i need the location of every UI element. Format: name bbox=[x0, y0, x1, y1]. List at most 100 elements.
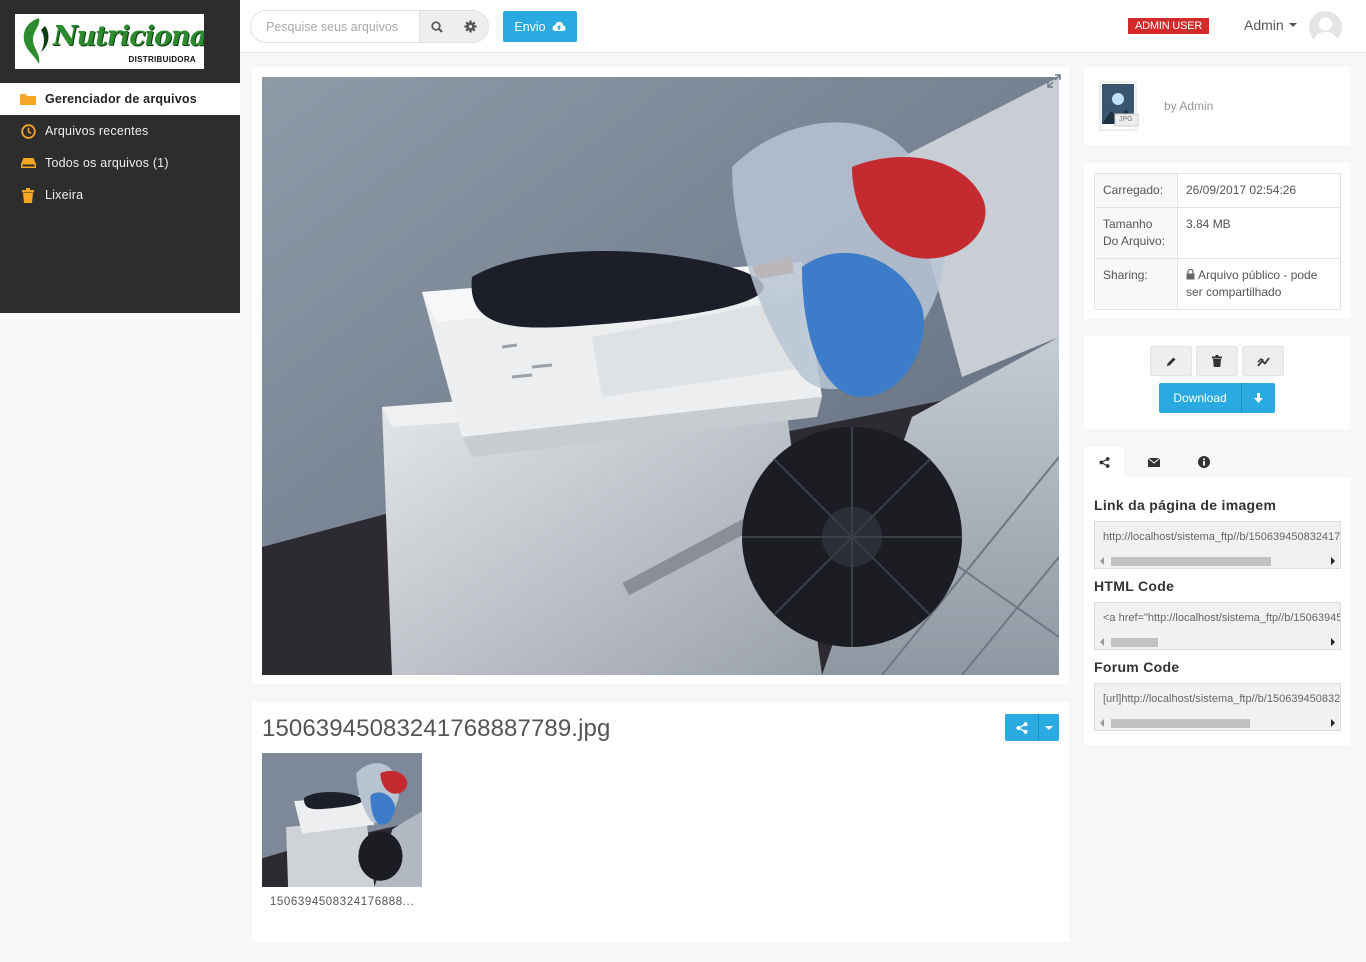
sidebar-item-label: Gerenciador de arquivos bbox=[45, 92, 197, 106]
horizontal-scrollbar[interactable] bbox=[1095, 554, 1340, 568]
tab-share-links[interactable] bbox=[1084, 447, 1124, 477]
detail-value: 26/09/2017 02:54:26 bbox=[1177, 173, 1341, 208]
sidebar-item-recent-files[interactable]: Arquivos recentes bbox=[0, 115, 240, 147]
detail-key: Tamanho Do Arquivo: bbox=[1094, 207, 1178, 259]
scroll-left-icon[interactable] bbox=[1100, 719, 1104, 727]
share-tab-content: Link da página de imagem http://localhos… bbox=[1084, 477, 1351, 745]
file-actions-card: Download bbox=[1084, 336, 1351, 429]
caret-down-icon bbox=[1288, 23, 1297, 27]
sidebar-item-label: Todos os arquivos (1) bbox=[45, 156, 169, 170]
download-button[interactable]: Download bbox=[1159, 383, 1241, 413]
image-preview[interactable] bbox=[262, 77, 1059, 675]
search-settings-button[interactable] bbox=[453, 11, 488, 42]
forum-code-field[interactable]: [url]http://localhost/sistema_ftp//b/150… bbox=[1094, 683, 1341, 731]
search-icon bbox=[430, 20, 443, 33]
stats-icon bbox=[1256, 356, 1270, 367]
drive-icon bbox=[20, 155, 36, 171]
file-owner: by Admin bbox=[1164, 99, 1214, 113]
html-code-label: HTML Code bbox=[1094, 578, 1175, 594]
arrow-down-icon bbox=[1254, 393, 1263, 403]
stats-button[interactable] bbox=[1242, 346, 1284, 376]
tab-info[interactable] bbox=[1184, 447, 1224, 477]
folder-icon bbox=[20, 91, 36, 107]
gear-icon bbox=[464, 20, 477, 33]
search-bar bbox=[250, 10, 489, 43]
table-row: Carregado: 26/09/2017 02:54:26 bbox=[1094, 173, 1341, 208]
scrollbar-thumb[interactable] bbox=[1111, 719, 1250, 728]
user-menu[interactable]: Admin bbox=[1244, 17, 1297, 33]
lock-icon bbox=[1186, 268, 1195, 280]
upload-label: Envio bbox=[514, 19, 546, 34]
printer-photo bbox=[262, 77, 1059, 675]
trash-icon bbox=[20, 187, 36, 203]
search-input[interactable] bbox=[251, 19, 419, 34]
logo-area: Nutricional DISTRIBUIDORA bbox=[0, 0, 240, 83]
detail-value-sharing: Arquivo público - pode ser compartilhado bbox=[1177, 258, 1341, 310]
sidebar-item-file-manager[interactable]: Gerenciador de arquivos bbox=[0, 83, 240, 115]
detail-key: Sharing: bbox=[1094, 258, 1178, 310]
image-link-field[interactable]: http://localhost/sistema_ftp//b/15063945… bbox=[1094, 521, 1341, 569]
horizontal-scrollbar[interactable] bbox=[1095, 635, 1340, 649]
avatar[interactable] bbox=[1309, 11, 1342, 44]
file-owner-card: JPG by Admin bbox=[1084, 67, 1351, 145]
file-title: 15063945083241768887789.jpg bbox=[262, 715, 611, 742]
scroll-left-icon[interactable] bbox=[1100, 557, 1104, 565]
tab-email[interactable] bbox=[1134, 447, 1174, 477]
sidebar-item-all-files[interactable]: Todos os arquivos (1) bbox=[0, 147, 240, 179]
detail-value: 3.84 MB bbox=[1177, 207, 1341, 259]
sidebar-item-trash[interactable]: Lixeira bbox=[0, 179, 240, 211]
download-dropdown-button[interactable] bbox=[1241, 383, 1275, 413]
image-link-value: http://localhost/sistema_ftp//b/15063945… bbox=[1103, 531, 1341, 543]
expand-icon[interactable] bbox=[1046, 73, 1062, 89]
search-button[interactable] bbox=[419, 11, 454, 42]
sidebar-item-label: Lixeira bbox=[45, 188, 84, 202]
share-dropdown-button[interactable] bbox=[1038, 714, 1059, 741]
scroll-right-icon[interactable] bbox=[1331, 719, 1335, 727]
file-thumbnail[interactable] bbox=[262, 753, 422, 887]
image-preview-panel bbox=[252, 67, 1069, 684]
share-button[interactable] bbox=[1005, 714, 1038, 741]
user-name: Admin bbox=[1244, 17, 1284, 33]
leaf-logo-icon bbox=[23, 18, 49, 64]
file-details-card: Carregado: 26/09/2017 02:54:26 Tamanho D… bbox=[1084, 163, 1351, 319]
horizontal-scrollbar[interactable] bbox=[1095, 716, 1340, 730]
file-panel: 15063945083241768887789.jpg 150639450832… bbox=[252, 702, 1069, 942]
jpg-file-icon: JPG bbox=[1099, 81, 1139, 133]
caret-down-icon bbox=[1045, 725, 1053, 730]
file-details-table: Carregado: 26/09/2017 02:54:26 Tamanho D… bbox=[1094, 173, 1341, 310]
user-silhouette-icon bbox=[1313, 17, 1338, 44]
brand-subtitle: DISTRIBUIDORA bbox=[128, 55, 196, 64]
html-code-value: <a href="http://localhost/sistema_ftp//b… bbox=[1103, 612, 1341, 624]
forum-code-value: [url]http://localhost/sistema_ftp//b/150… bbox=[1103, 693, 1341, 705]
cloud-upload-icon bbox=[552, 21, 566, 31]
info-icon bbox=[1198, 456, 1210, 468]
pencil-icon bbox=[1166, 357, 1175, 366]
scrollbar-thumb[interactable] bbox=[1111, 557, 1271, 566]
image-link-label: Link da página de imagem bbox=[1094, 497, 1277, 513]
edit-button[interactable] bbox=[1150, 346, 1192, 376]
delete-button[interactable] bbox=[1196, 346, 1238, 376]
scroll-right-icon[interactable] bbox=[1331, 638, 1335, 646]
html-code-field[interactable]: <a href="http://localhost/sistema_ftp//b… bbox=[1094, 602, 1341, 650]
clock-icon bbox=[20, 123, 36, 139]
sidebar: Nutricional DISTRIBUIDORA Gerenciador de… bbox=[0, 0, 240, 313]
sidebar-item-label: Arquivos recentes bbox=[45, 124, 149, 138]
table-row: Tamanho Do Arquivo: 3.84 MB bbox=[1094, 207, 1341, 259]
envelope-icon bbox=[1148, 457, 1160, 467]
upload-button[interactable]: Envio bbox=[503, 11, 577, 42]
thumbnail-label: 1506394508324176888... bbox=[269, 896, 415, 908]
trash-icon bbox=[1212, 355, 1222, 367]
scrollbar-thumb[interactable] bbox=[1111, 638, 1158, 647]
brand-logo[interactable]: Nutricional DISTRIBUIDORA bbox=[15, 14, 204, 69]
thumbnail-photo bbox=[262, 753, 422, 887]
detail-key: Carregado: bbox=[1094, 173, 1178, 208]
table-row: Sharing: Arquivo público - pode ser comp… bbox=[1094, 258, 1341, 310]
share-tabs bbox=[1084, 447, 1351, 477]
top-bar: Envio ADMIN USER Admin bbox=[240, 0, 1366, 53]
share-icon bbox=[1098, 456, 1110, 468]
share-icon bbox=[1016, 721, 1027, 734]
share-button-group bbox=[1005, 714, 1059, 741]
scroll-left-icon[interactable] bbox=[1100, 638, 1104, 646]
brand-name: Nutricional bbox=[53, 21, 204, 52]
scroll-right-icon[interactable] bbox=[1331, 557, 1335, 565]
